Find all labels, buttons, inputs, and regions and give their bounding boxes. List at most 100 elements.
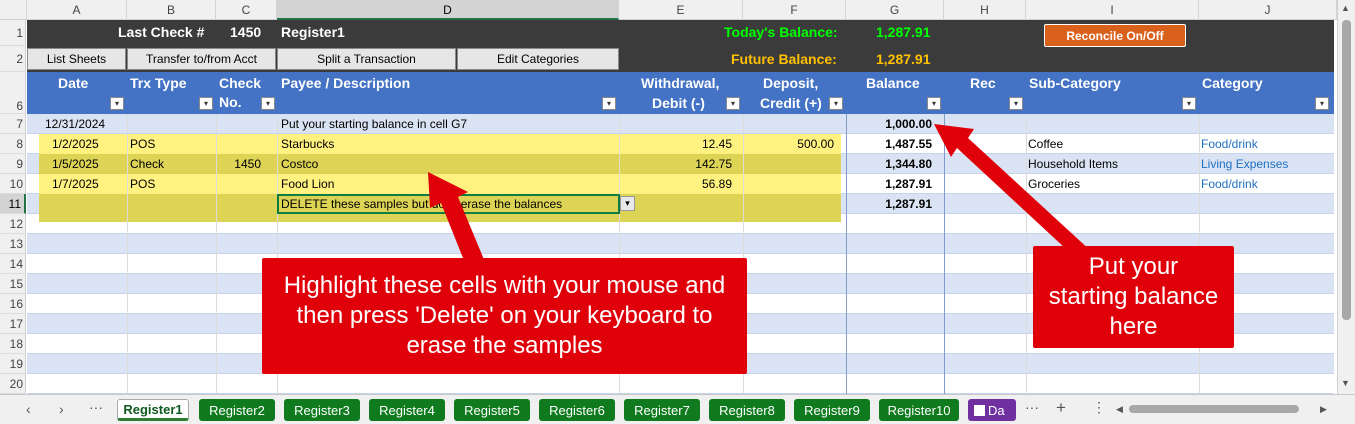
column-header-c[interactable]: C (216, 0, 277, 20)
tab-register2[interactable]: Register2 (199, 399, 275, 421)
row-header[interactable]: 13 (0, 234, 26, 254)
row-header[interactable]: 11 (0, 194, 26, 214)
filter-dropdown-icon[interactable]: ▾ (261, 97, 275, 110)
filter-dropdown-icon[interactable]: ▾ (199, 97, 213, 110)
cell-date[interactable]: 1/5/2025 (52, 154, 99, 174)
horizontal-scroll-thumb[interactable] (1129, 405, 1299, 413)
active-cell-payee[interactable]: DELETE these samples but don't erase the… (277, 194, 620, 214)
tab-register9[interactable]: Register9 (794, 399, 870, 421)
cell-trx-type[interactable]: POS (130, 174, 155, 194)
more-tabs-left-icon[interactable]: ··· (89, 399, 103, 415)
vertical-scroll-thumb[interactable] (1342, 20, 1351, 320)
tab-register4[interactable]: Register4 (369, 399, 445, 421)
cell-category[interactable]: Food/drink (1201, 174, 1258, 194)
row-header[interactable]: 20 (0, 374, 26, 394)
cell-date[interactable]: 1/2/2025 (52, 134, 99, 154)
tab-register8[interactable]: Register8 (709, 399, 785, 421)
column-header-f[interactable]: F (743, 0, 846, 20)
cell-trx-type[interactable]: POS (130, 134, 155, 154)
list-sheets-button[interactable]: List Sheets (27, 48, 126, 70)
tab-register3[interactable]: Register3 (284, 399, 360, 421)
reconcile-button[interactable]: Reconcile On/Off (1044, 24, 1186, 47)
tab-register1[interactable]: Register1 (117, 399, 189, 421)
hscroll-right-icon[interactable]: ▶ (1320, 404, 1327, 415)
cell-category[interactable]: Food/drink (1201, 134, 1258, 154)
column-header-h[interactable]: H (944, 0, 1026, 20)
starting-balance-callout: Put your starting balance here (1033, 246, 1234, 348)
cell-trx-type[interactable]: Check (130, 154, 164, 174)
select-all-corner[interactable] (0, 0, 27, 20)
column-header-g[interactable]: G (846, 0, 944, 20)
split-transaction-button[interactable]: Split a Transaction (277, 48, 456, 70)
filter-dropdown-icon[interactable]: ▾ (110, 97, 124, 110)
cell-subcategory[interactable]: Groceries (1028, 174, 1080, 194)
row-header[interactable]: 12 (0, 214, 26, 234)
cell-subcategory[interactable]: Household Items (1028, 154, 1118, 174)
more-tabs-right-icon[interactable]: ··· (1025, 399, 1039, 415)
vertical-scrollbar[interactable]: ▲ ▼ (1337, 0, 1355, 394)
column-header-a[interactable]: A (27, 0, 127, 20)
header-check-2: No. (219, 94, 242, 110)
cell-payee[interactable]: Costco (281, 154, 318, 174)
cell-balance[interactable]: 1,287.91 (846, 194, 932, 214)
filter-dropdown-icon[interactable]: ▾ (927, 97, 941, 110)
tab-register5[interactable]: Register5 (454, 399, 530, 421)
column-header-e[interactable]: E (619, 0, 743, 20)
cell-payee[interactable]: Put your starting balance in cell G7 (281, 114, 467, 134)
cell-date[interactable]: 12/31/2024 (45, 114, 105, 134)
tab-register10[interactable]: Register10 (879, 399, 959, 421)
transfer-button[interactable]: Transfer to/from Acct (127, 48, 276, 70)
column-header-j[interactable]: J (1199, 0, 1337, 20)
row-header[interactable]: 14 (0, 254, 26, 274)
row-header[interactable]: 8 (0, 134, 26, 154)
row-header[interactable]: 10 (0, 174, 26, 194)
tab-dashboard[interactable]: Da (968, 399, 1016, 421)
column-header-i[interactable]: I (1026, 0, 1199, 20)
cell-balance[interactable]: 1,000.00 (846, 114, 932, 134)
cell-balance[interactable]: 1,344.80 (846, 154, 932, 174)
filter-dropdown-icon[interactable]: ▾ (1315, 97, 1329, 110)
tab-register6[interactable]: Register6 (539, 399, 615, 421)
row-header[interactable]: 9 (0, 154, 26, 174)
column-header-b[interactable]: B (127, 0, 216, 20)
options-icon[interactable]: ⋮ (1092, 399, 1106, 416)
grid-line (944, 114, 945, 394)
row-header[interactable]: 19 (0, 354, 26, 374)
cell-subcategory[interactable]: Coffee (1028, 134, 1063, 154)
column-header-d[interactable]: D (277, 0, 619, 20)
scroll-down-icon[interactable]: ▼ (1341, 378, 1350, 388)
row-header[interactable]: 17 (0, 314, 26, 334)
filter-dropdown-icon[interactable]: ▾ (829, 97, 843, 110)
row-header[interactable]: 18 (0, 334, 26, 354)
filter-dropdown-icon[interactable]: ▾ (602, 97, 616, 110)
cell-check-no[interactable]: 1450 (216, 154, 261, 174)
row-header[interactable]: 7 (0, 114, 26, 134)
cell-balance[interactable]: 1,487.55 (846, 134, 932, 154)
add-sheet-icon[interactable]: + (1056, 398, 1066, 418)
row-header[interactable]: 2 (0, 46, 26, 72)
row-header[interactable]: 15 (0, 274, 26, 294)
cell-dropdown-icon[interactable]: ▾ (620, 196, 635, 211)
edit-categories-button[interactable]: Edit Categories (457, 48, 619, 70)
cell-payee[interactable]: Food Lion (281, 174, 334, 194)
filter-dropdown-icon[interactable]: ▾ (1009, 97, 1023, 110)
cell-withdrawal[interactable]: 12.45 (619, 134, 732, 154)
cell-withdrawal[interactable]: 56.89 (619, 174, 732, 194)
filter-dropdown-icon[interactable]: ▾ (726, 97, 740, 110)
filter-dropdown-icon[interactable]: ▾ (1182, 97, 1196, 110)
row-header[interactable]: 6 (0, 72, 26, 114)
scroll-tabs-left-icon[interactable]: ‹ (26, 401, 31, 417)
tab-register7[interactable]: Register7 (624, 399, 700, 421)
cell-category[interactable]: Living Expenses (1201, 154, 1288, 174)
row-header[interactable]: 16 (0, 294, 26, 314)
cell-deposit[interactable]: 500.00 (743, 134, 834, 154)
scroll-tabs-right-icon[interactable]: › (59, 401, 64, 417)
cell-withdrawal[interactable]: 142.75 (619, 154, 732, 174)
row-header[interactable]: 1 (0, 20, 26, 46)
cell-balance[interactable]: 1,287.91 (846, 174, 932, 194)
hscroll-left-icon[interactable]: ◀ (1116, 404, 1123, 415)
cell-date[interactable]: 1/7/2025 (52, 174, 99, 194)
today-balance-label: Today's Balance: (724, 24, 838, 40)
scroll-up-icon[interactable]: ▲ (1341, 3, 1350, 13)
cell-payee[interactable]: Starbucks (281, 134, 334, 154)
